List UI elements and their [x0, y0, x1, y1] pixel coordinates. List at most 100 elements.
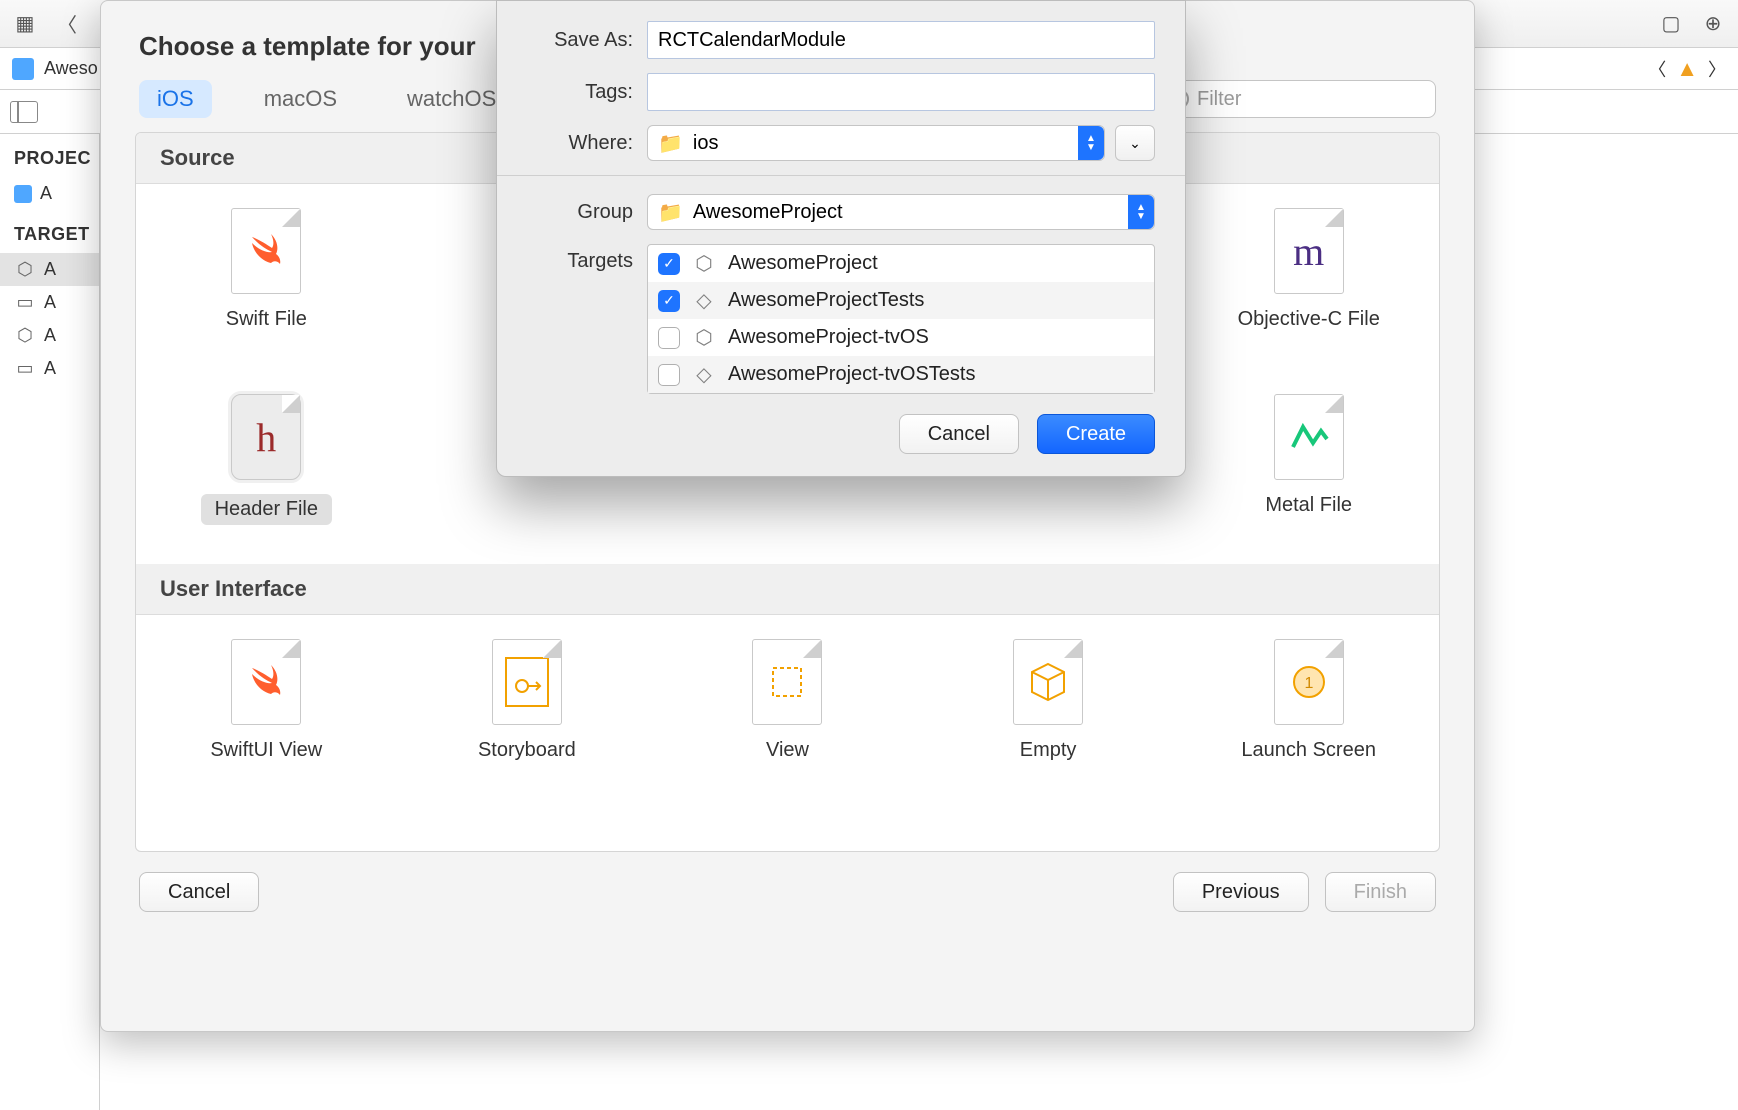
target-checkbox[interactable] — [658, 327, 680, 349]
group-popup[interactable]: 📁 AwesomeProject ▲▼ — [647, 194, 1155, 230]
view-icon — [752, 639, 822, 725]
template-label: Header File — [201, 494, 332, 525]
template-label: Launch Screen — [1241, 739, 1376, 762]
storyboard-icon — [492, 639, 562, 725]
test-target-icon: ◇ — [692, 288, 716, 313]
cancel-button[interactable]: Cancel — [139, 872, 259, 912]
target-name: AwesomeProject-tvOS — [728, 326, 929, 349]
target-row[interactable]: ✓ ◇ AwesomeProjectTests — [648, 282, 1154, 319]
targets-list: ✓ ⬡ AwesomeProject ✓ ◇ AwesomeProjectTes… — [647, 244, 1155, 394]
projects-header: PROJEC — [0, 134, 99, 177]
target-row-label: A — [44, 259, 56, 280]
target-app-icon: ⬡ — [14, 259, 36, 280]
add-panel-button[interactable]: ⊕ — [1696, 7, 1730, 41]
template-objc-file[interactable]: m Objective-C File — [1178, 184, 1439, 370]
template-launch-screen[interactable]: 1 Launch Screen — [1178, 615, 1439, 772]
target-checkbox[interactable]: ✓ — [658, 290, 680, 312]
app-target-icon: ⬡ — [692, 325, 716, 350]
target-row-3[interactable]: ▭A — [0, 352, 99, 385]
template-label: Objective-C File — [1238, 308, 1380, 331]
template-label: Metal File — [1265, 494, 1352, 517]
issue-nav-next[interactable]: 〉 — [1708, 56, 1726, 82]
folder-icon: 📁 — [658, 131, 683, 156]
create-button[interactable]: Create — [1037, 414, 1155, 454]
target-row-label: A — [44, 292, 56, 313]
toggle-panels-button[interactable]: ▢ — [1654, 7, 1688, 41]
template-label: View — [766, 739, 809, 762]
launch-icon: 1 — [1274, 639, 1344, 725]
tags-label: Tags: — [527, 81, 633, 104]
filter-placeholder: Filter — [1197, 88, 1241, 111]
app-target-icon: ⬡ — [692, 251, 716, 276]
target-app-icon: ⬡ — [14, 325, 36, 346]
header-icon: h — [231, 394, 301, 480]
target-row-1[interactable]: ▭A — [0, 286, 99, 319]
target-row[interactable]: ◇ AwesomeProject-tvOSTests — [648, 356, 1154, 393]
target-checkbox[interactable] — [658, 364, 680, 386]
target-name: AwesomeProjectTests — [728, 289, 924, 312]
target-row-0[interactable]: ⬡A — [0, 253, 99, 286]
finish-button: Finish — [1325, 872, 1436, 912]
warning-icon[interactable]: ▲ — [1676, 56, 1698, 82]
project-row[interactable]: A — [0, 177, 99, 210]
save-as-label: Save As: — [527, 29, 633, 52]
issue-nav-prev[interactable]: 〈 — [1648, 56, 1666, 82]
swift-icon — [231, 639, 301, 725]
swift-icon — [231, 208, 301, 294]
expand-save-button[interactable]: ⌄ — [1115, 125, 1155, 161]
target-name: AwesomeProject — [728, 252, 878, 275]
empty-icon — [1013, 639, 1083, 725]
left-panel-toggle[interactable] — [10, 101, 38, 123]
save-cancel-button[interactable]: Cancel — [899, 414, 1019, 454]
template-metal-file[interactable]: Metal File — [1178, 370, 1439, 564]
target-row-label: A — [44, 358, 56, 379]
tab-ios[interactable]: iOS — [139, 80, 212, 118]
filter-field[interactable]: Filter — [1156, 80, 1436, 118]
template-swift-file[interactable]: Swift File — [136, 184, 397, 370]
tags-input[interactable] — [647, 73, 1155, 111]
group-label: Group — [527, 201, 633, 224]
where-label: Where: — [527, 132, 633, 155]
test-target-icon: ◇ — [692, 362, 716, 387]
sheet-footer: Cancel Previous Finish — [101, 852, 1474, 932]
library-icon[interactable]: ▦ — [8, 7, 42, 41]
template-empty[interactable]: Empty — [918, 615, 1179, 772]
project-row-icon — [14, 185, 32, 203]
folder-icon: 📁 — [658, 200, 683, 225]
template-label: Swift File — [226, 308, 307, 331]
target-bundle-icon: ▭ — [14, 358, 36, 379]
save-as-input[interactable] — [647, 21, 1155, 59]
metal-icon — [1274, 394, 1344, 480]
project-name[interactable]: Aweso — [44, 58, 98, 79]
divider — [497, 175, 1185, 176]
template-view[interactable]: View — [657, 615, 918, 772]
group-value: AwesomeProject — [693, 201, 843, 224]
project-row-label: A — [40, 183, 52, 204]
section-ui: User Interface — [136, 564, 1439, 615]
project-sidebar: PROJEC A TARGET ⬡A ▭A ⬡A ▭A — [0, 134, 100, 1110]
save-sheet: Save As: Tags: Where: 📁 ios ▲▼ ⌄ Group 📁… — [496, 0, 1186, 477]
targets-header: TARGET — [0, 210, 99, 253]
where-value: ios — [693, 132, 719, 155]
svg-text:1: 1 — [1304, 675, 1313, 692]
target-bundle-icon: ▭ — [14, 292, 36, 313]
popup-arrows-icon: ▲▼ — [1078, 126, 1104, 160]
target-row[interactable]: ✓ ⬡ AwesomeProject — [648, 245, 1154, 282]
target-checkbox[interactable]: ✓ — [658, 253, 680, 275]
template-label: Storyboard — [478, 739, 576, 762]
objc-icon: m — [1274, 208, 1344, 294]
previous-button[interactable]: Previous — [1173, 872, 1309, 912]
nav-back-button[interactable]: 〈 — [50, 7, 84, 41]
where-popup[interactable]: 📁 ios ▲▼ — [647, 125, 1105, 161]
template-label: SwiftUI View — [210, 739, 322, 762]
targets-label: Targets — [527, 250, 633, 273]
popup-arrows-icon: ▲▼ — [1128, 195, 1154, 229]
template-header-file[interactable]: h Header File — [136, 370, 397, 564]
template-swiftui-view[interactable]: SwiftUI View — [136, 615, 397, 772]
target-row-label: A — [44, 325, 56, 346]
target-row-2[interactable]: ⬡A — [0, 319, 99, 352]
tab-macos[interactable]: macOS — [246, 80, 355, 118]
project-icon — [12, 58, 34, 80]
target-row[interactable]: ⬡ AwesomeProject-tvOS — [648, 319, 1154, 356]
template-storyboard[interactable]: Storyboard — [397, 615, 658, 772]
